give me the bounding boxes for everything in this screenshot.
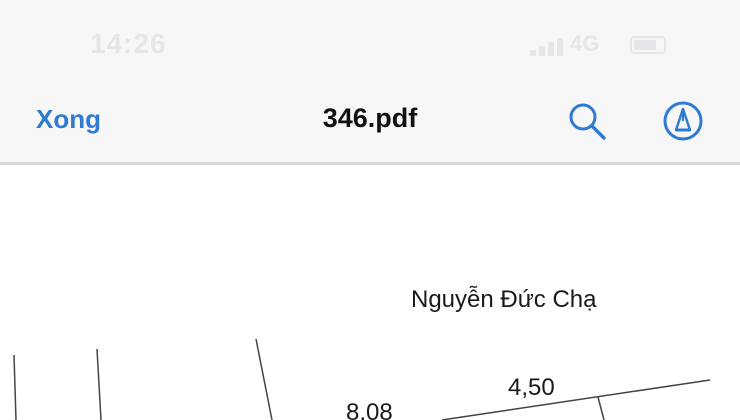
markup-pen-icon bbox=[663, 101, 703, 141]
plot-boundary-line bbox=[441, 379, 711, 420]
battery-icon bbox=[630, 36, 666, 54]
pdf-page[interactable]: Nguyễn Đức Chạ 4,50 8,08 bbox=[0, 165, 740, 420]
street-name-label: Nguyễn Đức Chạ bbox=[411, 286, 597, 313]
status-time: 14:26 bbox=[90, 28, 167, 59]
signal-icon bbox=[557, 38, 563, 56]
network-type: 4G bbox=[570, 31, 600, 56]
markup-button[interactable] bbox=[662, 100, 704, 142]
signal-icon bbox=[530, 50, 536, 56]
status-indicators: 4G bbox=[530, 31, 670, 56]
dimension-label: 8,08 bbox=[346, 399, 393, 420]
signal-icon bbox=[548, 42, 554, 56]
pdf-viewer-toolbar: 14:26 4G Xong 346.pdf bbox=[0, 0, 740, 165]
navigation-bar: Xong 346.pdf bbox=[0, 90, 740, 150]
land-plot-drawing bbox=[13, 338, 711, 420]
plot-boundary-line bbox=[597, 396, 605, 420]
plot-boundary-line bbox=[13, 354, 17, 420]
dimension-label: 4,50 bbox=[508, 374, 555, 401]
search-icon bbox=[569, 103, 606, 140]
document-title: 346.pdf bbox=[322, 103, 418, 133]
plot-boundary-line bbox=[255, 338, 273, 420]
signal-icon bbox=[539, 46, 545, 56]
status-bar: 14:26 4G bbox=[0, 0, 740, 80]
search-button[interactable] bbox=[566, 100, 608, 142]
plot-boundary-line bbox=[96, 348, 102, 420]
